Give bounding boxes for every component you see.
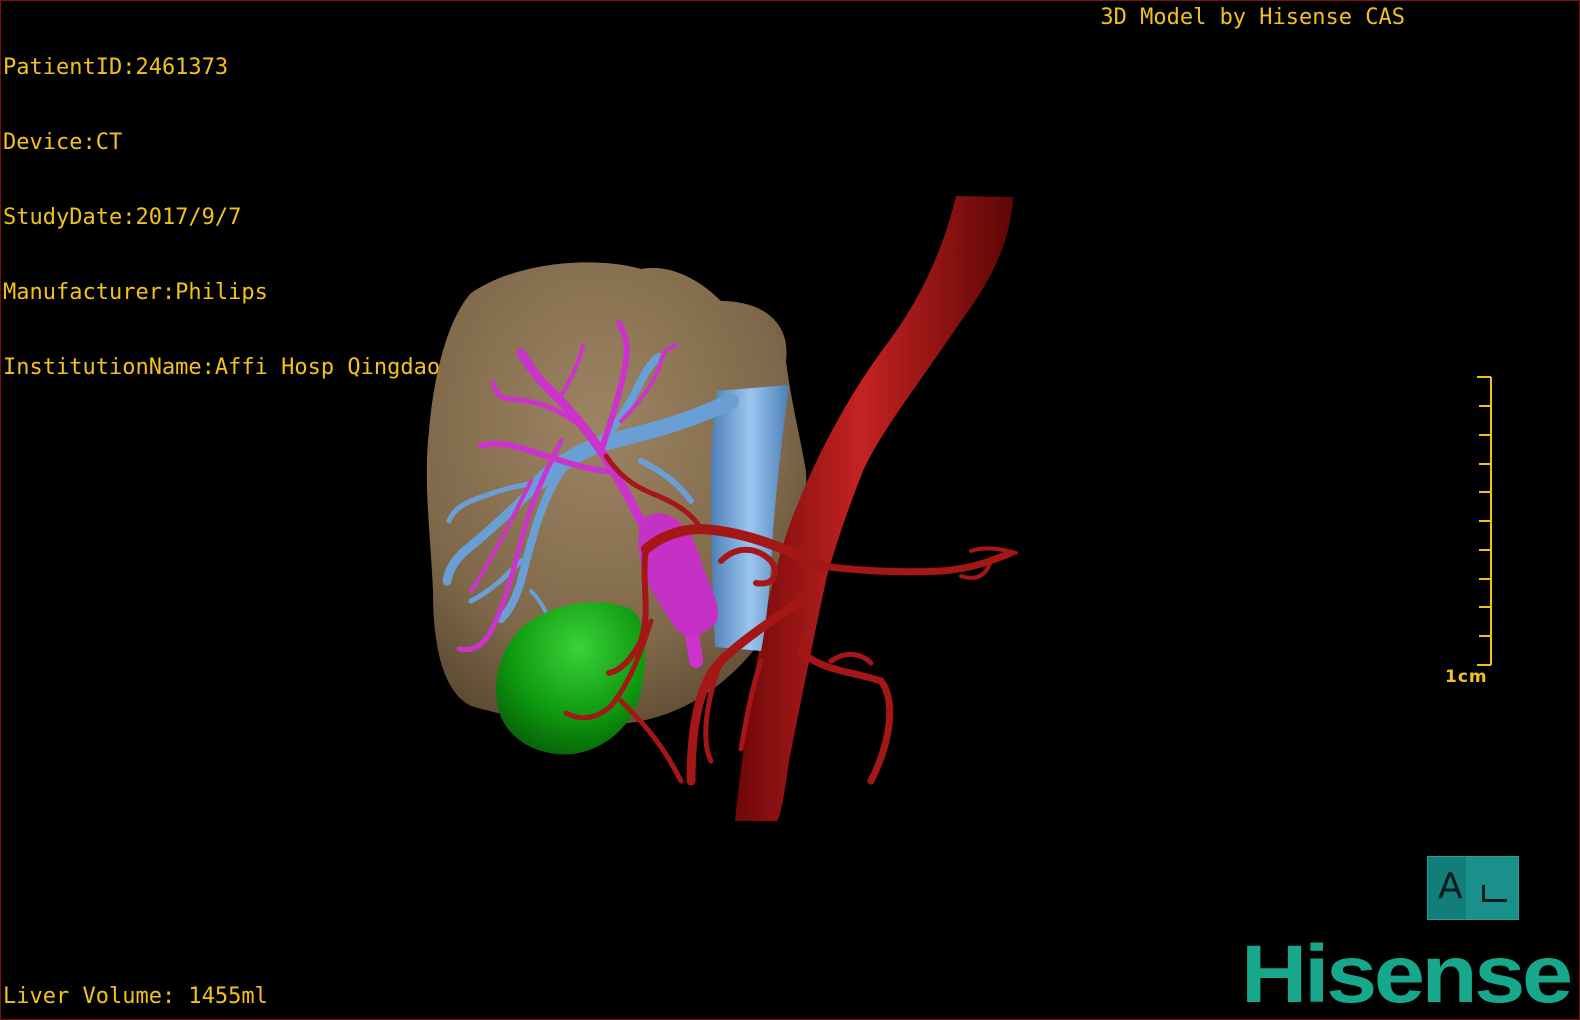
liver-3d-model[interactable] — [1, 1, 1579, 1019]
liver-volume-text: Liver Volume: 1455ml — [3, 984, 268, 1009]
scale-bar-label: 1cm — [1445, 667, 1488, 687]
orientation-cube[interactable]: A — [1427, 856, 1519, 920]
orientation-mark-icon — [1482, 885, 1507, 902]
scale-bar — [1477, 376, 1492, 666]
3d-viewport[interactable]: PatientID:2461373 Device:CT StudyDate:20… — [0, 0, 1580, 1020]
hisense-logo: Hisense — [1241, 929, 1573, 1020]
orientation-cube-face-label: A — [1438, 866, 1463, 907]
